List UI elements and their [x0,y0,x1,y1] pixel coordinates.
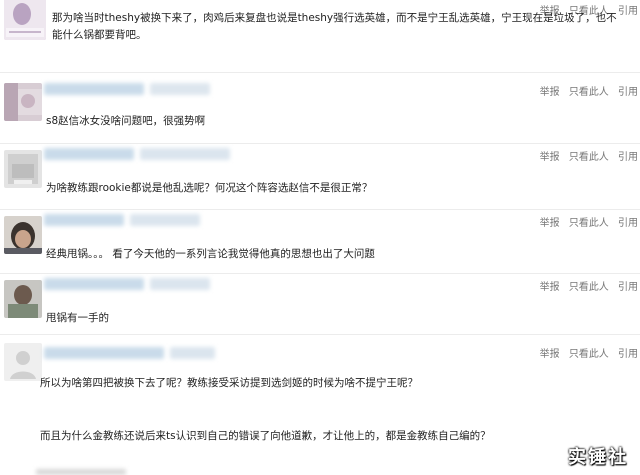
avatar[interactable] [4,150,42,188]
comment-4: 举报 只看此人 引用 经典甩锅。。。 看了今天他的一系列言论我觉得他真的思想也出… [0,210,640,273]
avatar-image [4,280,42,318]
comment-text: 甩锅有一手的 [46,312,109,324]
comment-1: 举报 只看此人 引用 那为啥当时theshy被换下来了，肉鸡后来复盘也说是the… [0,0,640,72]
comment-text: 所以为啥第四把被换下去了呢？教练接受采访提到选剑姬的时候为啥不提宁王呢？ [40,377,418,389]
only-this-user-link[interactable]: 只看此人 [569,152,609,163]
username-blurred [130,214,200,226]
quote-link[interactable]: 引用 [618,87,638,98]
comment-actions: 举报 只看此人 引用 [534,83,638,98]
comment-text: 而且为什么金教练还说后来ts认识到自己的错误了向他道歉，才让他上的，都是金教练自… [40,430,491,442]
avatar-image [4,0,46,40]
quote-link[interactable]: 引用 [618,152,638,163]
comment-2: 举报 只看此人 引用 s8赵信冰女没啥问题吧，很强势啊 [0,73,640,143]
avatar-image [4,216,42,254]
only-this-user-link[interactable]: 只看此人 [569,349,609,360]
footer-blurred [36,469,126,475]
report-link[interactable]: 举报 [540,218,560,229]
comment-6: 举报 只看此人 引用 所以为啥第四把被换下去了呢？教练接受采访提到选剑姬的时候为… [0,335,640,475]
comment-actions: 举报 只看此人 引用 [534,345,638,360]
avatar[interactable] [4,280,42,318]
quote-link[interactable]: 引用 [618,218,638,229]
report-link[interactable]: 举报 [540,282,560,293]
username-blurred [140,148,230,160]
username-blurred [44,148,134,160]
comment-text: 为啥教练跟rookie都说是他乱选呢？何况这个阵容选赵信不是很正常？ [46,182,373,194]
avatar[interactable] [4,0,46,40]
username-blurred [44,214,124,226]
default-avatar-icon [4,343,42,381]
comment-actions: 举报 只看此人 引用 [534,148,638,163]
username-blurred [44,347,164,359]
quote-link[interactable]: 引用 [618,282,638,293]
comment-text: 经典甩锅。。。 看了今天他的一系列言论我觉得他真的思想也出了大问题 [46,248,375,260]
report-link[interactable]: 举报 [540,349,560,360]
comment-5: 举报 只看此人 引用 甩锅有一手的 [0,274,640,334]
comment-actions: 举报 只看此人 引用 [534,278,638,293]
comment-actions: 举报 只看此人 引用 [534,214,638,229]
username-blurred [150,83,210,95]
avatar-image [4,150,42,188]
username-blurred [170,347,215,359]
comment-text: 那为啥当时theshy被换下来了，肉鸡后来复盘也说是theshy强行选英雄，而不… [52,12,617,41]
only-this-user-link[interactable]: 只看此人 [569,282,609,293]
avatar[interactable] [4,83,42,121]
report-link[interactable]: 举报 [540,152,560,163]
avatar[interactable] [4,343,42,381]
comment-3: 举报 只看此人 引用 为啥教练跟rookie都说是他乱选呢？何况这个阵容选赵信不… [0,144,640,209]
avatar-image [4,83,42,121]
comment-text: s8赵信冰女没啥问题吧，很强势啊 [46,115,206,127]
avatar[interactable] [4,216,42,254]
username-blurred [44,83,144,95]
quote-link[interactable]: 引用 [618,349,638,360]
watermark: 实锤社 [568,447,628,468]
only-this-user-link[interactable]: 只看此人 [569,218,609,229]
only-this-user-link[interactable]: 只看此人 [569,87,609,98]
username-blurred [150,278,210,290]
report-link[interactable]: 举报 [540,87,560,98]
username-blurred [44,278,144,290]
